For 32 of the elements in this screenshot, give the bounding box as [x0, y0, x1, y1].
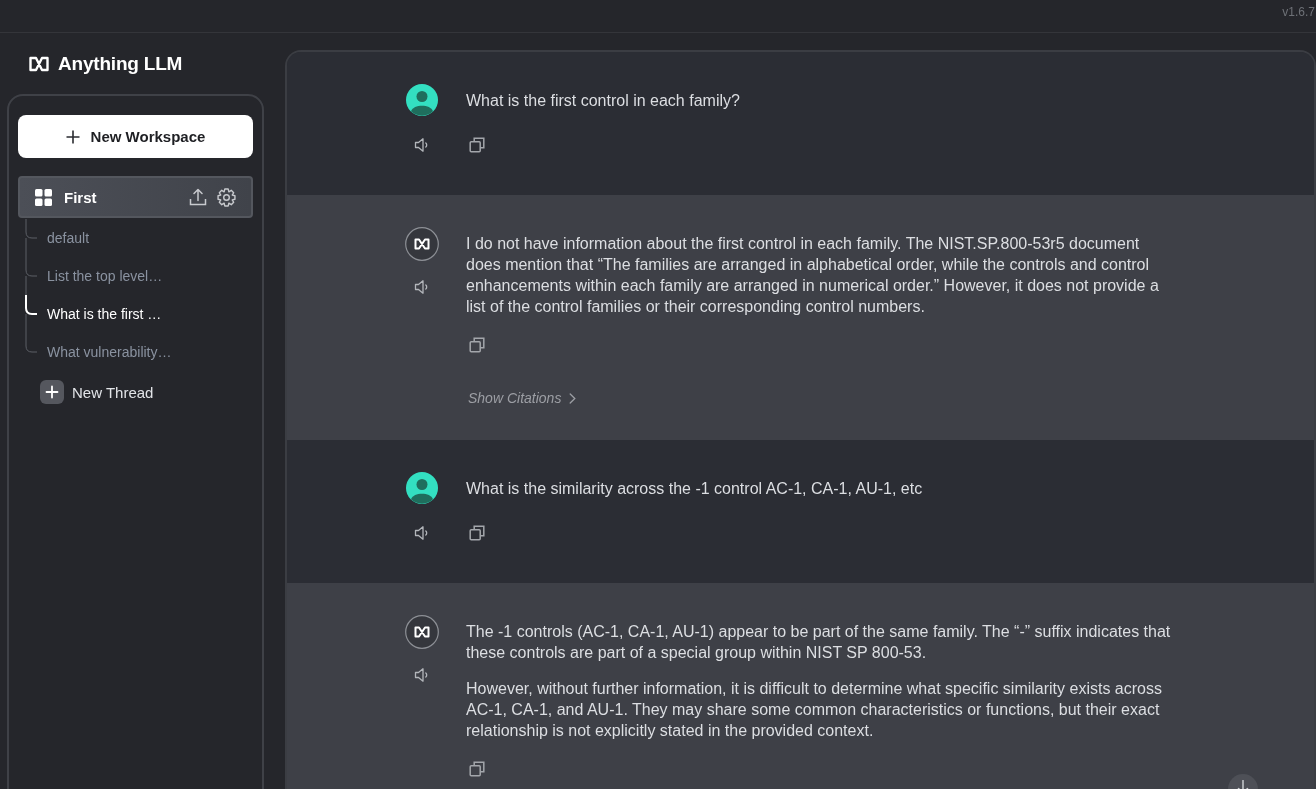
copy-icon[interactable] — [469, 525, 485, 541]
tree-connector — [25, 257, 37, 295]
version-label: v1.6.7 — [1282, 5, 1315, 19]
message-text: What is the similarity across the -1 control AC-1, CA-1, AU-1, etc — [466, 479, 924, 499]
upload-icon[interactable] — [189, 188, 207, 206]
user-avatar-icon — [406, 472, 438, 504]
logo-icon — [28, 56, 50, 72]
message-text: What is the first control in each family? — [466, 91, 741, 111]
citations-link[interactable]: Show Citations — [468, 389, 577, 407]
plus-icon — [40, 380, 64, 404]
message-text: I do not have information about the first control in each family. The NIST.SP.800-53r5 document does mention that “The families are arranged in alphabetical order, while the controls and control enhancements within each family are arranged in numerical order.” However, it does not provide a list of the control families or their corresponding control numbers. — [466, 234, 1160, 317]
brand-name: Anything LLM — [58, 53, 183, 75]
settings-icon[interactable] — [217, 187, 236, 207]
thread-item[interactable]: List the top level… — [47, 267, 163, 285]
chevron-right-icon — [569, 392, 577, 404]
copy-icon[interactable] — [469, 761, 485, 777]
bot-avatar-icon — [405, 227, 439, 261]
plus-icon — [65, 129, 80, 144]
grid-icon — [35, 188, 52, 206]
copy-icon[interactable] — [469, 137, 485, 153]
workspace-item[interactable]: First — [18, 176, 253, 218]
copy-icon[interactable] — [469, 337, 485, 353]
user-avatar-icon — [406, 84, 438, 116]
new-workspace-button[interactable]: New Workspace — [18, 115, 253, 158]
bot-avatar-icon — [405, 615, 439, 649]
thread-item[interactable]: What is the first … — [47, 305, 162, 323]
message-text: The -1 controls (AC-1, CA-1, AU-1) appear to be part of the same family. The “-” suffix indicates that these controls are part of a special group within NIST SP 800-53. — [466, 622, 1172, 663]
new-thread-button[interactable]: New Thread — [40, 380, 154, 404]
tree-connector — [25, 219, 37, 257]
thread-item[interactable]: What vulnerability… — [47, 343, 172, 361]
thread-item[interactable]: default — [47, 229, 90, 247]
message-text: However, without further information, it is difficult to determine what specific similarity exists across AC-1, CA-1, and AU-1. They may share some common characteristics or functions, but their exact relationship is not explicitly stated in the provided context. — [466, 679, 1163, 741]
